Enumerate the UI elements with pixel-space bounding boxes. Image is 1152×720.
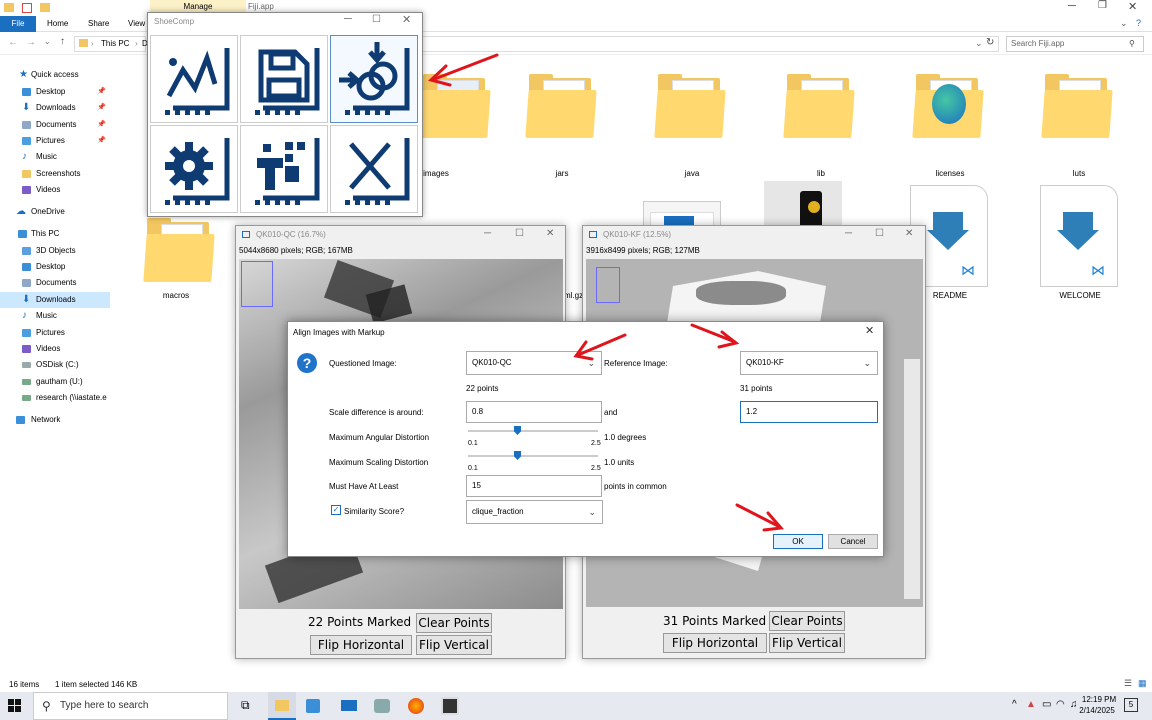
task-view-icon[interactable]: ⧉	[241, 698, 250, 713]
wifi-icon[interactable]: ◠	[1056, 699, 1065, 710]
tray-app-icon[interactable]: ▲	[1026, 699, 1036, 710]
annotation-arrows	[427, 53, 784, 532]
taskbar-time[interactable]: 12:19 PM	[1080, 695, 1118, 704]
taskbar-mail-icon[interactable]	[341, 700, 357, 711]
taskbar-fiji-icon[interactable]	[441, 697, 459, 715]
arrow-to-ok-button	[735, 503, 784, 532]
tray-chevron-icon[interactable]: ^	[1012, 699, 1017, 710]
notification-icon[interactable]: 5	[1124, 698, 1138, 712]
taskbar-date[interactable]: 2/14/2025	[1076, 706, 1118, 715]
tray-battery-icon[interactable]: ▭	[1042, 699, 1051, 710]
arrow-to-questioned-select	[573, 333, 627, 361]
taskbar-explorer-icon[interactable]	[268, 692, 296, 720]
taskbar-search-input[interactable]: Type here to search ⚲	[33, 692, 228, 720]
taskbar-app-icon[interactable]	[374, 699, 390, 713]
taskbar-store-icon[interactable]	[306, 699, 320, 713]
arrow-to-reference-select	[690, 323, 740, 349]
taskbar: Type here to search ⚲ ⧉ ^ ▲ ▭ ◠ ♫ 12:19 …	[0, 692, 1152, 720]
search-icon: ⚲	[42, 699, 51, 713]
windows-start-icon[interactable]	[8, 699, 22, 713]
arrow-to-align-tool	[427, 53, 499, 87]
taskbar-firefox-icon[interactable]	[408, 698, 424, 714]
